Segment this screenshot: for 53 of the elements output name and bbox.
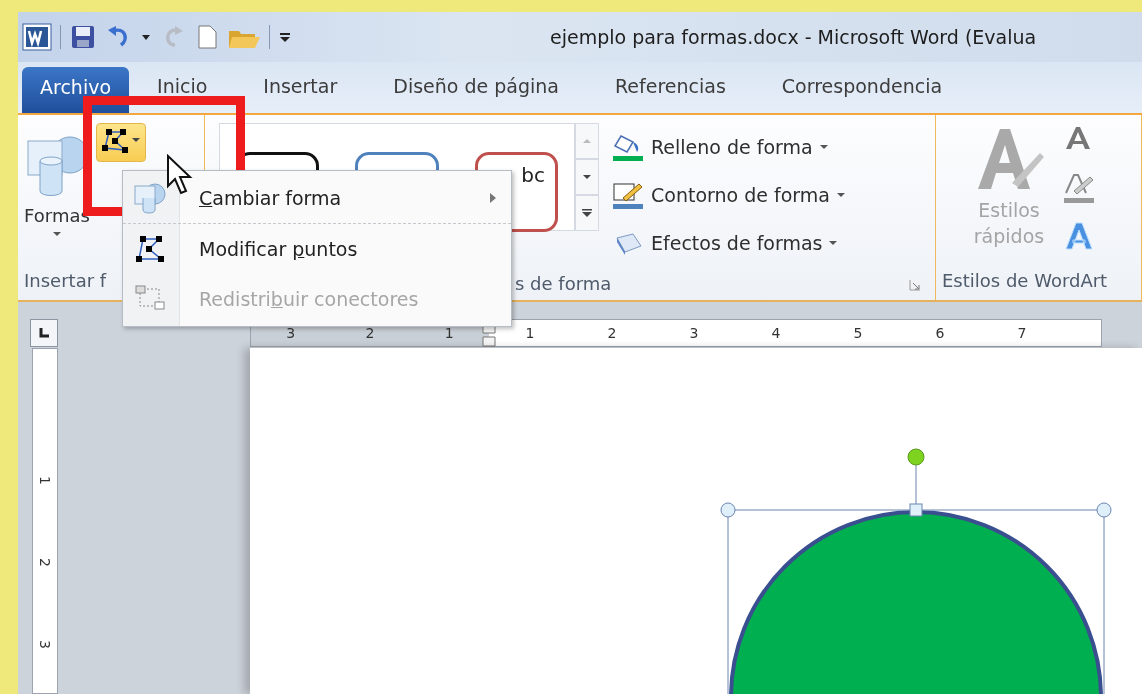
more-icon	[581, 208, 593, 218]
menu-item-label: Modificar puntos	[199, 238, 359, 260]
word-logo-icon[interactable]	[22, 23, 52, 51]
outline-button[interactable]: Contorno de forma	[607, 171, 850, 219]
ruler-number: 2	[364, 325, 376, 341]
text-effects-icon[interactable]	[1062, 219, 1096, 253]
ruler-number: 7	[1016, 325, 1028, 341]
text-outline-icon[interactable]	[1062, 171, 1096, 205]
ruler-number: 3	[36, 638, 54, 651]
ruler-number: 3	[688, 325, 700, 341]
ruler-number: 6	[934, 325, 946, 341]
group-label: Estilos de WordArt	[942, 269, 1108, 293]
effects-button[interactable]: Efectos de formas	[607, 219, 850, 267]
tab-stop-icon	[37, 326, 51, 340]
more-button[interactable]	[575, 195, 599, 231]
ruler-number: 2	[606, 325, 618, 341]
ruler-number: 1	[36, 474, 54, 487]
edit-points-icon	[133, 233, 167, 265]
caret-icon	[828, 240, 839, 246]
group-label: s de forma	[515, 272, 612, 296]
ribbon-tab[interactable]: Correspondencia	[753, 71, 971, 113]
window-title: ejemplo para formas.docx - Microsoft Word (Evalua	[549, 26, 1037, 48]
caret-icon	[818, 144, 829, 150]
caret-icon	[52, 230, 62, 238]
ruler-number: 5	[852, 325, 864, 341]
paint-bucket-icon	[611, 132, 645, 162]
ruler-number: 2	[36, 556, 54, 569]
ribbon-tab[interactable]: Diseño de página	[365, 71, 587, 113]
ruler-number: 3	[285, 325, 297, 341]
menu-item-label: Cambiar forma	[199, 187, 343, 209]
shapes-button[interactable]: Formas	[18, 123, 96, 238]
down-arrow-icon	[582, 174, 592, 180]
ruler-number: 1	[524, 325, 536, 341]
tab-selector-button[interactable]	[30, 319, 58, 347]
dialog-launcher-icon[interactable]	[909, 279, 921, 291]
ribbon-tab[interactable]: Inicio	[129, 71, 236, 113]
ruler-number: 1	[443, 325, 455, 341]
edit-shape-button[interactable]	[96, 123, 146, 162]
submenu-arrow-icon	[489, 192, 497, 204]
ruler-number: 4	[770, 325, 782, 341]
file-tab[interactable]: Archivo	[22, 67, 130, 113]
up-arrow-icon	[582, 138, 592, 144]
ribbon-tab[interactable]: Referencias	[587, 71, 754, 113]
new-document-icon[interactable]	[195, 23, 219, 51]
ribbon-tab[interactable]: Insertar	[235, 71, 366, 113]
pencil-icon	[611, 180, 645, 210]
fill-button[interactable]: Relleno de forma	[607, 123, 850, 171]
save-icon[interactable]	[69, 23, 97, 51]
group-label: Insertar f	[24, 269, 107, 293]
menu-item-label: Redistribuir conectores	[199, 288, 420, 310]
rotation-handle[interactable]	[907, 448, 925, 505]
caret-icon	[835, 192, 846, 198]
shapes-icon	[133, 182, 167, 214]
